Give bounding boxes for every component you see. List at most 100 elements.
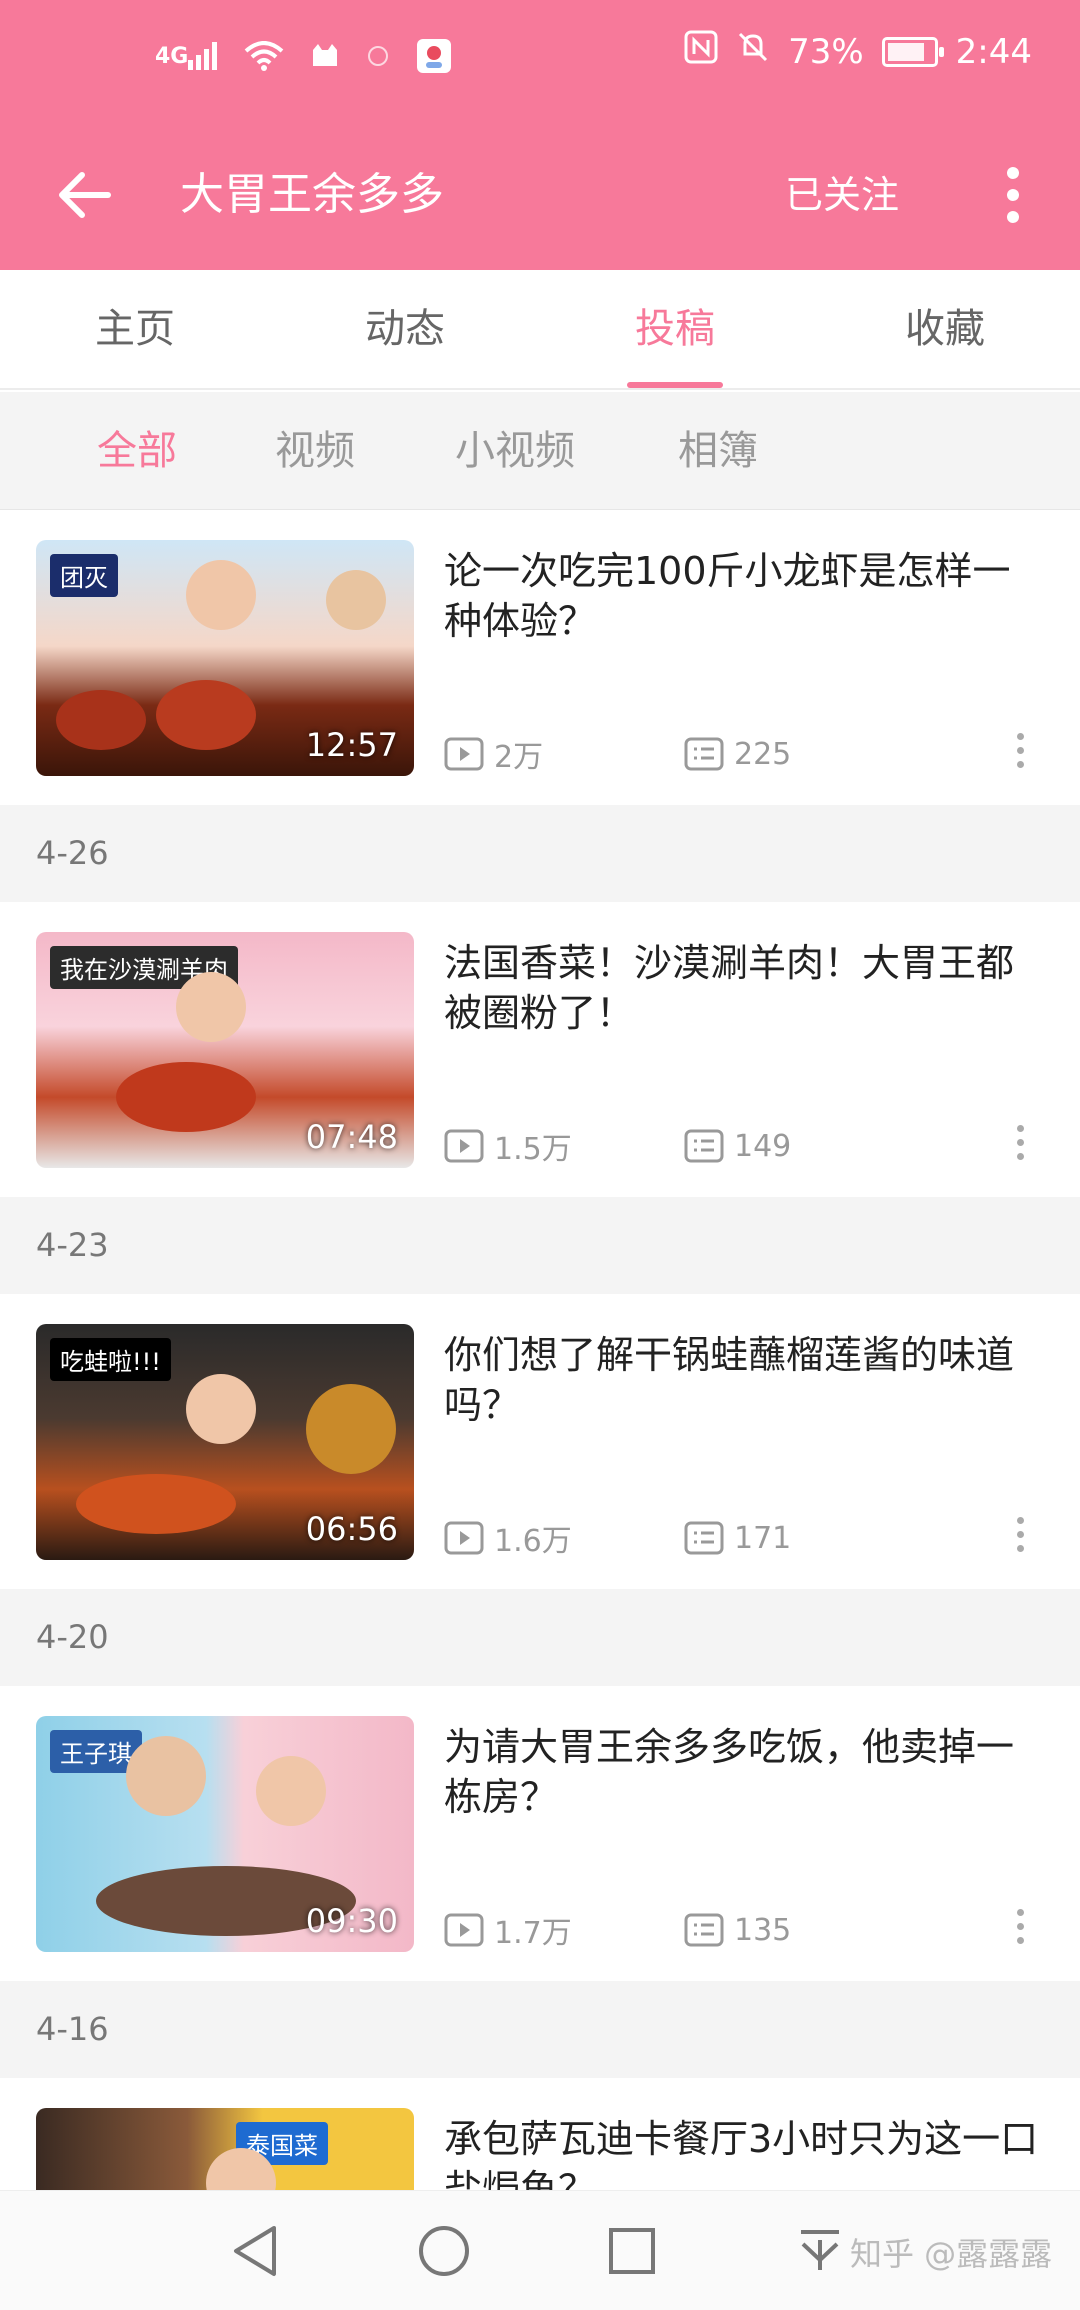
video-duration: 07:48 — [305, 1118, 398, 1156]
collapse-down-icon — [801, 2230, 839, 2270]
video-card[interactable]: 团灭 12:57 论一次吃完100斤小龙虾是怎样一种体验？ 2万 225 — [0, 510, 1080, 805]
tab-activity[interactable]: 动态 — [305, 270, 505, 390]
nav-bar: 大胃王余多多 已关注 — [0, 120, 1080, 270]
main-tabs: 主页 动态 投稿 收藏 — [0, 270, 1080, 390]
video-duration: 06:56 — [305, 1510, 398, 1548]
subtab-videos[interactable]: 视频 — [275, 392, 355, 510]
cat-app-icon — [310, 42, 340, 70]
person-face — [126, 1736, 206, 1816]
video-title[interactable]: 法国香菜！沙漠涮羊肉！大胃王都被圈粉了！ — [444, 938, 1044, 1038]
square-recents-icon — [609, 2228, 655, 2274]
play-icon — [444, 1521, 484, 1555]
comment-count: 135 — [684, 1913, 791, 1948]
view-count-text: 1.5万 — [494, 1132, 572, 1167]
follow-button[interactable]: 已关注 — [785, 160, 899, 230]
status-left-icons: 4G — [155, 38, 452, 74]
food-plate — [156, 680, 256, 750]
thumbnail-caption: 团灭 — [50, 554, 118, 597]
video-card[interactable]: 吃蛙啦!!! 06:56 你们想了解干锅蛙蘸榴莲酱的味道吗？ 1.6万 171 — [0, 1294, 1080, 1589]
play-icon — [444, 1129, 484, 1163]
wifi-icon — [244, 41, 284, 71]
video-stats: 1.5万 149 — [444, 1124, 791, 1168]
video-title[interactable]: 论一次吃完100斤小龙虾是怎样一种体验？ — [444, 546, 1044, 646]
tab-home[interactable]: 主页 — [35, 270, 235, 390]
mute-bell-icon — [736, 30, 770, 73]
nav-home-button[interactable] — [414, 2221, 474, 2281]
comment-count-text: 171 — [734, 1520, 792, 1556]
view-count: 1.6万 — [444, 1516, 684, 1560]
nfc-icon — [684, 30, 718, 73]
person-face — [326, 570, 386, 630]
hotpot — [306, 1384, 396, 1474]
tab-submissions[interactable]: 投稿 — [575, 270, 775, 390]
page-title: 大胃王余多多 — [180, 169, 444, 220]
video-stats: 1.7万 135 — [444, 1908, 791, 1952]
network-type: 4G — [155, 43, 189, 69]
video-more-button[interactable] — [1005, 725, 1035, 775]
subtab-all[interactable]: 全部 — [97, 392, 177, 510]
video-duration: 09:30 — [305, 1902, 398, 1940]
view-count-text: 1.7万 — [494, 1916, 572, 1951]
video-thumbnail[interactable]: 我在沙漠涮羊肉 07:48 — [36, 932, 414, 1168]
person-face — [186, 1374, 256, 1444]
video-card[interactable]: 我在沙漠涮羊肉 07:48 法国香菜！沙漠涮羊肉！大胃王都被圈粉了！ 1.5万 … — [0, 902, 1080, 1197]
video-list: 团灭 12:57 论一次吃完100斤小龙虾是怎样一种体验？ 2万 225 4-2… — [0, 510, 1080, 2310]
profile-header: 4G 73% 2:44 大胃王余多多 已关注 — [0, 0, 1080, 270]
status-right-icons: 73% 2:44 — [684, 30, 1032, 73]
video-card[interactable]: 王子琪 09:30 为请大胃王余多多吃饭，他卖掉一栋房？ 1.7万 135 — [0, 1686, 1080, 1981]
clock: 2:44 — [955, 31, 1032, 72]
notification-dot-icon — [366, 44, 390, 68]
hotpot — [116, 1062, 256, 1132]
view-count: 1.5万 — [444, 1124, 684, 1168]
nav-recents-button[interactable] — [602, 2221, 662, 2281]
subtab-short-videos[interactable]: 小视频 — [455, 392, 575, 510]
comment-icon — [684, 1521, 724, 1555]
comment-count-text: 135 — [734, 1912, 792, 1948]
date-separator: 4-16 — [0, 1981, 1080, 2078]
more-dot — [1006, 189, 1019, 201]
video-stats: 2万 225 — [444, 732, 791, 776]
date-separator: 4-20 — [0, 1589, 1080, 1686]
arrow-left-icon — [59, 172, 111, 218]
person-face — [186, 560, 256, 630]
comment-count-text: 149 — [734, 1128, 792, 1164]
more-dot — [1006, 167, 1019, 179]
circle-home-icon — [419, 2226, 469, 2276]
video-thumbnail[interactable]: 团灭 12:57 — [36, 540, 414, 776]
screen: 4G 73% 2:44 大胃王余多多 已关注 主页 动态 投稿 收藏 全部 视频… — [0, 0, 1080, 2310]
video-more-button[interactable] — [1005, 1509, 1035, 1559]
view-count: 1.7万 — [444, 1908, 684, 1952]
thumbnail-caption: 吃蛙啦!!! — [50, 1338, 171, 1381]
video-more-button[interactable] — [1005, 1901, 1035, 1951]
comment-count: 149 — [684, 1129, 791, 1164]
comment-count-text: 225 — [734, 736, 792, 772]
nav-back-button[interactable] — [225, 2221, 285, 2281]
video-more-button[interactable] — [1005, 1117, 1035, 1167]
battery-icon — [881, 36, 944, 67]
view-count-text: 2万 — [494, 740, 544, 775]
back-button[interactable] — [50, 160, 120, 230]
subtab-albums[interactable]: 相簿 — [678, 392, 758, 510]
comment-icon — [684, 737, 724, 771]
view-count: 2万 — [444, 732, 684, 776]
video-thumbnail[interactable]: 王子琪 09:30 — [36, 1716, 414, 1952]
comment-count: 225 — [684, 737, 791, 772]
play-icon — [444, 1913, 484, 1947]
food-plate — [76, 1474, 236, 1534]
more-options-button[interactable] — [990, 160, 1035, 230]
video-title[interactable]: 为请大胃王余多多吃饭，他卖掉一栋房？ — [444, 1722, 1044, 1822]
status-bar: 4G 73% 2:44 — [0, 0, 1080, 120]
video-title[interactable]: 你们想了解干锅蛙蘸榴莲酱的味道吗？ — [444, 1330, 1044, 1430]
nav-collapse-button[interactable] — [790, 2221, 850, 2281]
watermark-text: 知乎 @露露露 — [850, 2235, 1053, 2273]
active-tab-indicator — [627, 382, 723, 388]
video-stats: 1.6万 171 — [444, 1516, 791, 1560]
comment-count: 171 — [684, 1521, 791, 1556]
person-face — [256, 1756, 326, 1826]
food-plate — [56, 690, 146, 750]
view-count-text: 1.6万 — [494, 1524, 572, 1559]
video-thumbnail[interactable]: 吃蛙啦!!! 06:56 — [36, 1324, 414, 1560]
triangle-back-icon — [234, 2226, 276, 2276]
system-nav-bar: 知乎 @露露露 — [0, 2190, 1080, 2310]
tab-favorites[interactable]: 收藏 — [845, 270, 1045, 390]
